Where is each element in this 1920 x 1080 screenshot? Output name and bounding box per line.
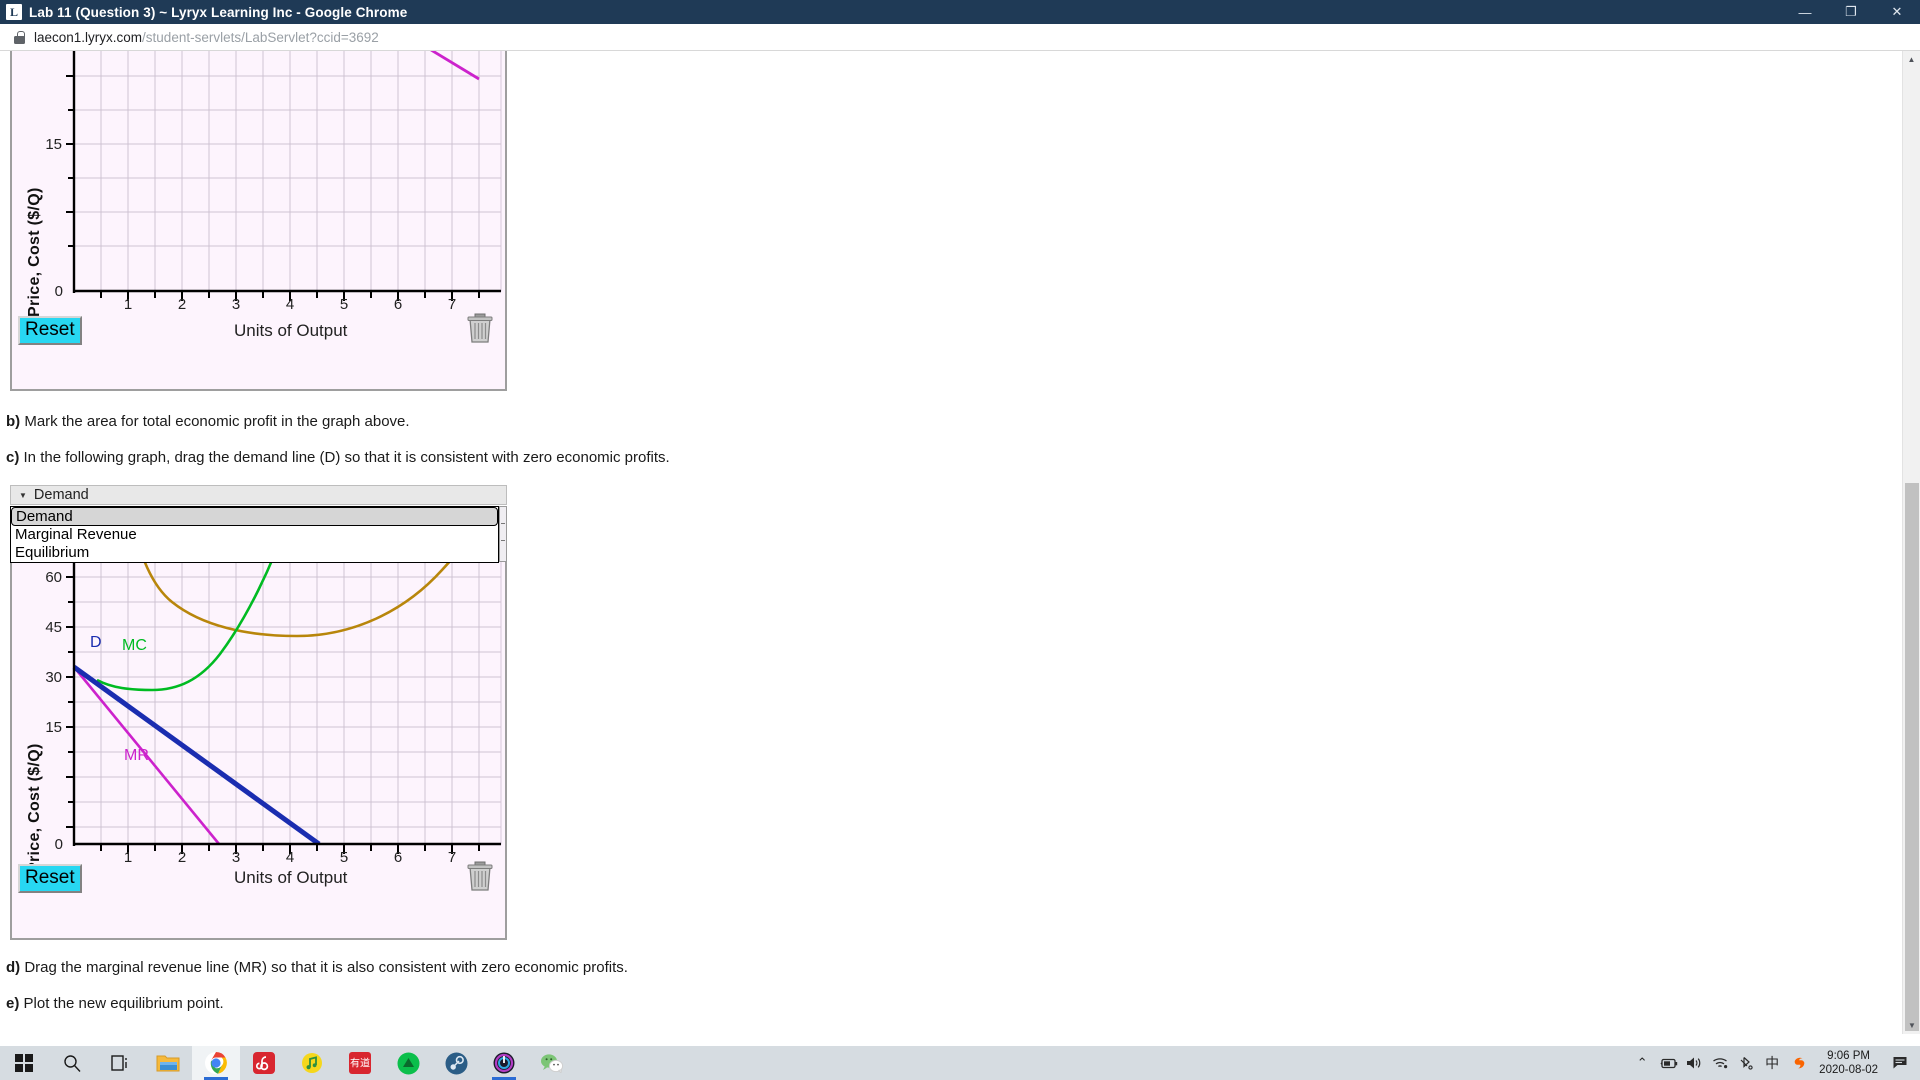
graph-1-xtick: 1 [123, 296, 133, 313]
graph-2-xtick: 1 [123, 849, 133, 866]
question-b-text: Mark the area for total economic profit … [24, 413, 410, 430]
window-title: Lab 11 (Question 3) ~ Lyryx Learning Inc… [29, 4, 408, 20]
graph-2-ytick: 15 [45, 719, 62, 736]
notification-center-icon[interactable] [1888, 1046, 1914, 1080]
graph-2-ytick: 60 [45, 569, 62, 586]
taskbar-clock[interactable]: 9:06 PM 2020-08-02 [1811, 1049, 1888, 1077]
graph-2-xtick: 4 [285, 849, 295, 866]
graph-1-panel[interactable]: Price, Cost ($/Q) 15 0 1 2 3 4 5 6 7 Uni… [10, 51, 507, 391]
chrome-icon[interactable] [192, 1046, 240, 1080]
question-d-marker: d) [6, 959, 21, 976]
curve-selector-header[interactable]: ▼ Demand [10, 485, 507, 505]
window-title-bar: L Lab 11 (Question 3) ~ Lyryx Learning I… [0, 0, 1920, 24]
graph-2-xtick: 7 [447, 849, 457, 866]
graph-2-reset-button[interactable]: Reset [18, 864, 82, 893]
youdao-dictionary-icon[interactable]: 有道 [336, 1046, 384, 1080]
file-explorer-icon[interactable] [144, 1046, 192, 1080]
curve-selector-scrollbar[interactable] [499, 506, 507, 562]
url-host: laecon1.lyryx.com [34, 29, 143, 45]
graph-2-xtick: 2 [177, 849, 187, 866]
dark-circle-app-icon[interactable] [480, 1046, 528, 1080]
curve-option-marginal-revenue[interactable]: Marginal Revenue [11, 526, 498, 544]
scroll-up-arrow[interactable]: ▲ [1903, 51, 1920, 68]
graph-1-xtick: 7 [447, 296, 457, 313]
url-path: /student-servlets/LabServlet?ccid=3692 [142, 29, 379, 45]
green-app-icon[interactable] [384, 1046, 432, 1080]
graph-1-reset-button[interactable]: Reset [18, 316, 82, 345]
graph-1-delete-icon[interactable] [467, 313, 493, 343]
question-e: e) Plot the new equilibrium point. [6, 995, 224, 1012]
show-hidden-icons[interactable]: ⌃ [1629, 1046, 1655, 1080]
bluetooth-pen-icon[interactable] [1733, 1046, 1759, 1080]
windows-taskbar: 有道 ⌃ 中 9:06 PM 2020-08-02 [0, 1046, 1920, 1080]
curve-selector-value: Demand [33, 487, 89, 503]
system-tray: ⌃ 中 9:06 PM 2020-08-02 [1629, 1046, 1920, 1080]
graph-1-ytick: 0 [54, 283, 63, 300]
lyryx-favicon: L [6, 4, 22, 20]
graph-1-xtick: 5 [339, 296, 349, 313]
wifi-icon[interactable] [1707, 1046, 1733, 1080]
graph-1-xtick: 2 [177, 296, 187, 313]
question-c-text: In the following graph, drag the demand … [23, 449, 670, 466]
question-e-marker: e) [6, 995, 20, 1012]
clock-date: 2020-08-02 [1819, 1064, 1878, 1076]
graph-2-x-axis-label: Units of Output [234, 868, 348, 887]
graph-1-x-axis-label: Units of Output [234, 321, 348, 340]
graph-2-panel[interactable]: Price, Cost ($/Q) 60 45 30 15 0 1 2 3 4 … [10, 506, 507, 940]
lock-icon [14, 30, 25, 44]
curve-selector-options[interactable]: Demand Marginal Revenue Equilibrium [10, 506, 499, 563]
graph-1-xtick: 3 [231, 296, 241, 313]
graph-2-ytick: 0 [54, 836, 63, 853]
question-b-marker: b) [6, 413, 21, 430]
curve-option-demand[interactable]: Demand [11, 507, 498, 526]
scroll-down-arrow[interactable]: ▼ [1903, 1017, 1920, 1034]
question-c: c) In the following graph, drag the dema… [6, 449, 670, 466]
question-d: d) Drag the marginal revenue line (MR) s… [6, 959, 628, 976]
graph-2-delete-icon[interactable] [467, 861, 493, 891]
graph-2-xtick: 3 [231, 849, 241, 866]
scrollbar-thumb[interactable] [1905, 483, 1919, 1031]
graph-1-xtick: 4 [285, 296, 295, 313]
sogou-input-icon[interactable] [1785, 1046, 1811, 1080]
question-d-text: Drag the marginal revenue line (MR) so t… [24, 959, 628, 976]
search-icon[interactable] [48, 1046, 96, 1080]
steam-icon[interactable] [432, 1046, 480, 1080]
wechat-icon[interactable] [528, 1046, 576, 1080]
graph-2-d-label: D [90, 634, 102, 651]
netease-music-icon[interactable] [240, 1046, 288, 1080]
graph-2-xtick: 5 [339, 849, 349, 866]
volume-icon[interactable] [1681, 1046, 1707, 1080]
minimize-button[interactable]: — [1782, 0, 1828, 24]
qq-music-icon[interactable] [288, 1046, 336, 1080]
graph-2-mr-label: MR [124, 747, 149, 764]
question-e-text: Plot the new equilibrium point. [23, 995, 224, 1012]
close-button[interactable]: ✕ [1874, 0, 1920, 24]
page-content: Price, Cost ($/Q) 15 0 1 2 3 4 5 6 7 Uni… [0, 51, 1920, 1034]
page-scrollbar[interactable]: ▲ ▼ [1902, 51, 1920, 1034]
battery-icon[interactable] [1655, 1046, 1681, 1080]
curve-option-equilibrium[interactable]: Equilibrium [11, 544, 498, 562]
url-text: laecon1.lyryx.com/student-servlets/LabSe… [34, 30, 379, 45]
start-button[interactable] [0, 1046, 48, 1080]
graph-2-ytick: 45 [45, 619, 62, 636]
graph-1-xtick: 6 [393, 296, 403, 313]
question-b: b) Mark the area for total economic prof… [6, 413, 410, 430]
svg-text:有道: 有道 [350, 1057, 370, 1070]
chevron-down-icon: ▼ [19, 490, 27, 500]
address-bar[interactable]: laecon1.lyryx.com/student-servlets/LabSe… [0, 24, 1920, 51]
curve-selector[interactable]: ▼ Demand Demand Marginal Revenue Equilib… [10, 485, 507, 563]
task-view-icon[interactable] [96, 1046, 144, 1080]
clock-time: 9:06 PM [1827, 1050, 1870, 1062]
graph-2-ytick: 30 [45, 669, 62, 686]
window-controls: — ❐ ✕ [1782, 0, 1920, 24]
restore-button[interactable]: ❐ [1828, 0, 1874, 24]
graph-2-mc-label: MC [122, 637, 147, 654]
ime-chinese-icon[interactable]: 中 [1759, 1046, 1785, 1080]
question-c-marker: c) [6, 449, 20, 466]
graph-2-xtick: 6 [393, 849, 403, 866]
graph-1-ytick: 15 [45, 136, 62, 153]
